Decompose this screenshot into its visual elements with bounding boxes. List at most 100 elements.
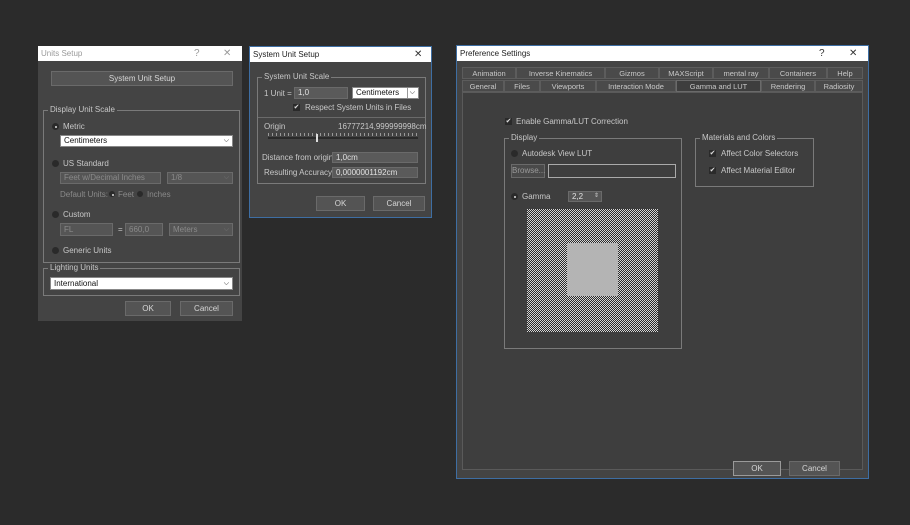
chevron-down-icon: ⌵: [223, 226, 229, 233]
gamma-spinner[interactable]: 2,2 ⇕: [568, 191, 602, 202]
tab-containers[interactable]: Containers: [769, 67, 827, 79]
resulting-accuracy-label: Resulting Accuracy:: [264, 168, 335, 177]
units-setup-window: Units Setup ? ✕ System Unit Setup Displa…: [38, 46, 242, 321]
system-unit-setup-titlebar[interactable]: System Unit Setup ✕: [250, 47, 431, 62]
tab-mental-ray[interactable]: mental ray: [713, 67, 769, 79]
tab-gamma-and-lut[interactable]: Gamma and LUT: [676, 80, 761, 92]
affect-material-editor-checkbox[interactable]: ✔: [709, 167, 716, 174]
tab-inverse-kinematics[interactable]: Inverse Kinematics: [516, 67, 605, 79]
cancel-button[interactable]: Cancel: [373, 196, 425, 211]
system-unit-setup-title: System Unit Setup: [253, 50, 320, 59]
tab-viewports[interactable]: Viewports: [540, 80, 596, 92]
lighting-units-title: Lighting Units: [48, 263, 101, 273]
display-unit-scale-title: Display Unit Scale: [48, 105, 117, 115]
custom-unit-value: Meters: [173, 225, 198, 234]
close-icon[interactable]: ✕: [849, 46, 857, 61]
us-standard-radio[interactable]: [52, 160, 59, 167]
gamma-value: 2,2: [572, 192, 584, 201]
ok-button[interactable]: OK: [733, 461, 781, 476]
custom-name-field[interactable]: FL: [60, 223, 113, 236]
tab-help[interactable]: Help: [827, 67, 863, 79]
gamma-radio[interactable]: [511, 193, 518, 200]
spinner-arrows-icon[interactable]: ⇕: [594, 192, 599, 201]
metric-units-select[interactable]: Centimeters ⌵: [60, 135, 233, 147]
metric-radio[interactable]: [52, 123, 59, 130]
us-fraction-select[interactable]: 1/8 ⌵: [167, 172, 233, 184]
affect-color-selectors-checkbox[interactable]: ✔: [709, 150, 716, 157]
autodesk-view-lut-label: Autodesk View LUT: [522, 149, 593, 158]
tab-maxscript[interactable]: MAXScript: [659, 67, 713, 79]
tab-gizmos[interactable]: Gizmos: [605, 67, 659, 79]
tab-animation[interactable]: Animation: [462, 67, 516, 79]
slider-thumb[interactable]: [316, 134, 318, 142]
tab-files[interactable]: Files: [504, 80, 540, 92]
equals-label: =: [118, 225, 123, 234]
feet-radio[interactable]: [109, 191, 115, 197]
respect-system-units-label: Respect System Units in Files: [305, 103, 412, 112]
metric-units-value: Centimeters: [64, 136, 108, 145]
one-unit-label: 1 Unit =: [264, 89, 292, 98]
distance-from-origin-field: 1,0cm: [332, 152, 418, 163]
tab-interaction-mode[interactable]: Interaction Mode: [596, 80, 676, 92]
us-units-select[interactable]: Feet w/Decimal Inches: [60, 172, 161, 184]
unit-type-value: Centimeters: [356, 88, 400, 97]
display-group-title: Display: [509, 133, 540, 143]
help-icon[interactable]: ?: [194, 46, 200, 61]
unit-value: 1,0: [298, 88, 310, 97]
origin-label: Origin: [264, 122, 286, 131]
lighting-units-select[interactable]: International ⌵: [50, 277, 233, 290]
cancel-button[interactable]: Cancel: [789, 461, 840, 476]
ok-button[interactable]: OK: [125, 301, 171, 316]
units-setup-titlebar[interactable]: Units Setup ? ✕: [38, 46, 242, 61]
gamma-preview-square: [567, 243, 618, 296]
divider: [258, 117, 425, 118]
affect-material-editor-label: Affect Material Editor: [721, 166, 796, 175]
origin-slider[interactable]: [268, 133, 418, 143]
ok-button[interactable]: OK: [316, 196, 365, 211]
inches-label: Inches: [147, 190, 171, 199]
respect-system-units-checkbox[interactable]: ✔: [293, 104, 300, 111]
custom-label: Custom: [63, 210, 91, 219]
help-icon[interactable]: ?: [819, 46, 825, 61]
chevron-down-icon: ⌵: [406, 88, 415, 98]
chevron-down-icon: ⌵: [223, 280, 229, 287]
slider-ticks: [268, 133, 418, 136]
generic-units-radio[interactable]: [52, 247, 59, 254]
browse-button[interactable]: Browse...: [511, 164, 545, 178]
unit-value-field[interactable]: 1,0: [294, 87, 348, 99]
units-setup-title: Units Setup: [41, 49, 83, 58]
tab-general[interactable]: General: [462, 80, 504, 92]
custom-radio[interactable]: [52, 211, 59, 218]
custom-value: 660,0: [129, 225, 150, 234]
resulting-accuracy-field: 0,0000001192cm: [332, 167, 418, 178]
resulting-accuracy-value: 0,0000001192cm: [336, 168, 398, 177]
chevron-down-icon: ⌵: [223, 137, 229, 144]
gamma-preview-image: [527, 209, 658, 332]
custom-unit-select[interactable]: Meters ⌵: [169, 223, 233, 236]
lut-file-field[interactable]: [548, 164, 676, 178]
tab-radiosity[interactable]: Radiosity: [815, 80, 863, 92]
chevron-down-icon: ⌵: [223, 174, 229, 181]
enable-gamma-lut-checkbox[interactable]: ✔: [505, 118, 512, 125]
lighting-units-value: International: [54, 279, 99, 288]
autodesk-view-lut-radio[interactable]: [511, 150, 518, 157]
close-icon[interactable]: ✕: [414, 47, 422, 62]
system-unit-setup-button[interactable]: System Unit Setup: [51, 71, 233, 86]
origin-value: 16777214,999999998cm: [338, 122, 427, 131]
preference-settings-titlebar[interactable]: Preference Settings ? ✕: [457, 46, 868, 61]
slider-track: [268, 137, 418, 139]
close-icon[interactable]: ✕: [223, 46, 231, 61]
inches-radio[interactable]: [137, 191, 143, 197]
us-standard-label: US Standard: [63, 159, 109, 168]
system-unit-setup-window: System Unit Setup ✕ System Unit Scale 1 …: [249, 46, 432, 218]
metric-label: Metric: [63, 122, 85, 131]
tab-rendering[interactable]: Rendering: [761, 80, 815, 92]
distance-from-origin-label: Distance from origin:: [262, 153, 336, 162]
custom-value-field[interactable]: 660,0: [125, 223, 163, 236]
feet-label: Feet: [118, 190, 135, 199]
unit-type-select[interactable]: Centimeters ⌵: [352, 87, 419, 99]
display-unit-scale-group: Display Unit Scale: [43, 105, 240, 263]
materials-and-colors-title: Materials and Colors: [700, 133, 778, 143]
affect-color-selectors-label: Affect Color Selectors: [721, 149, 799, 158]
cancel-button[interactable]: Cancel: [180, 301, 233, 316]
